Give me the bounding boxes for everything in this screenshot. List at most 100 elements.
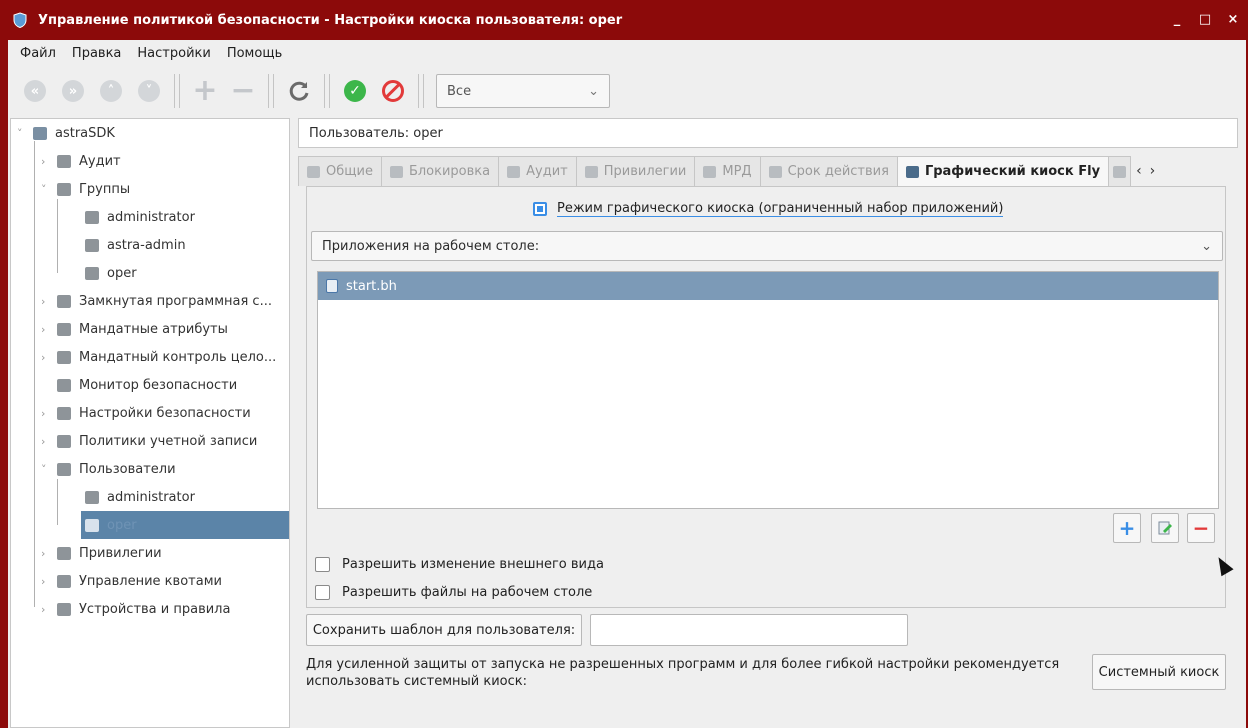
tree-item-quotas[interactable]: › Управление квотами (41, 567, 222, 595)
tree-root[interactable]: ˅ astraSDK (17, 119, 115, 147)
privileges-icon (57, 546, 71, 560)
tab-icon (1113, 165, 1127, 178)
tree-item-devices-rules[interactable]: › Устройства и правила (41, 595, 230, 623)
toolbar-separator (324, 74, 330, 108)
chevron-right-icon: › (41, 574, 46, 588)
kiosk-mode-checkbox[interactable]: Режим графического киоска (ограниченный … (533, 201, 1004, 217)
allow-appearance-checkbox[interactable]: Разрешить изменение внешнего вида (315, 557, 604, 572)
tab-scroll-right-icon[interactable]: › (1150, 163, 1156, 179)
nav-last-button[interactable]: » (60, 78, 86, 104)
nav-first-button[interactable]: « (22, 78, 48, 104)
allow-files-checkbox[interactable]: Разрешить файлы на рабочем столе (315, 585, 592, 600)
quota-icon (57, 574, 71, 588)
remove-button[interactable]: − (230, 73, 256, 108)
tab-scroll-left-icon[interactable]: ‹ (1136, 163, 1142, 179)
window-title: Управление политикой безопасности - Наст… (38, 12, 623, 28)
chevron-right-icon: › (41, 294, 46, 308)
add-button[interactable]: + (192, 76, 218, 106)
chevron-down-icon: ˅ (138, 80, 160, 102)
save-template-button[interactable]: Сохранить шаблон для пользователя: (306, 614, 582, 646)
attributes-icon (57, 322, 71, 336)
minimize-button[interactable]: _ (1170, 12, 1184, 27)
maximize-button[interactable]: □ (1198, 12, 1212, 27)
chevron-right-icon: › (41, 434, 46, 448)
chevron-right-icon: › (41, 546, 46, 560)
tree-line (34, 141, 35, 607)
integrity-shield-icon (57, 350, 71, 364)
menu-settings[interactable]: Настройки (137, 46, 210, 61)
apply-button[interactable]: ✓ (342, 78, 368, 104)
tree-item-security-settings[interactable]: › Настройки безопасности (41, 399, 251, 427)
tree-item-group-administrator[interactable]: administrator (85, 203, 195, 231)
toolbar: « » ˄ ˅ + − ✓ Все ⌄ (8, 66, 1246, 116)
filter-combobox[interactable]: Все ⌄ (436, 74, 610, 108)
chevron-right-icon: › (41, 322, 46, 336)
tab-lock[interactable]: Блокировка (380, 156, 500, 186)
cancel-icon (382, 80, 404, 102)
plus-icon: + (1118, 516, 1136, 540)
chevron-right-icon: › (41, 350, 46, 364)
double-left-icon: « (24, 80, 46, 102)
tree-item-mandatory-integrity[interactable]: › Мандатный контроль цело... (41, 343, 276, 371)
refresh-button[interactable] (286, 78, 312, 104)
user-icon (307, 165, 320, 178)
chevron-right-icon: › (41, 406, 46, 420)
nav-up-button[interactable]: ˄ (98, 78, 124, 104)
tree-item-audit[interactable]: › Аудит (41, 147, 121, 175)
tree-item-user-administrator[interactable]: administrator (85, 483, 195, 511)
tree-item-groups[interactable]: ˅ Группы (41, 175, 130, 203)
menu-file[interactable]: Файл (20, 46, 56, 61)
tab-audit[interactable]: Аудит (498, 156, 577, 186)
add-app-button[interactable]: + (1113, 513, 1141, 543)
nav-down-button[interactable]: ˅ (136, 78, 162, 104)
kiosk-icon (905, 165, 919, 178)
template-name-input[interactable] (590, 614, 908, 646)
tree-item-group-astra-admin[interactable]: astra-admin (85, 231, 186, 259)
window-frame-left (0, 40, 8, 728)
privileges-icon (584, 165, 598, 178)
tree-item-user-oper[interactable]: oper (85, 511, 137, 539)
tree-item-users[interactable]: ˅ Пользователи (41, 455, 176, 483)
title-bar: Управление политикой безопасности - Наст… (0, 0, 1248, 40)
checkbox-unchecked-icon (315, 585, 330, 600)
edit-icon (1158, 521, 1172, 535)
chevron-down-icon: ˅ (41, 462, 47, 476)
remove-app-button[interactable]: − (1187, 513, 1215, 543)
refresh-icon (289, 81, 309, 101)
file-icon (326, 279, 338, 293)
tree-item-account-policies[interactable]: › Политики учетной записи (41, 427, 257, 455)
tab-privileges[interactable]: Привилегии (575, 156, 696, 186)
system-kiosk-button[interactable]: Системный киоск (1092, 654, 1226, 690)
tab-general[interactable]: Общие (298, 156, 382, 186)
tree-item-group-oper[interactable]: oper (85, 259, 137, 287)
close-button[interactable]: × (1226, 12, 1240, 27)
user-icon (85, 490, 99, 504)
tab-validity[interactable]: Срок действия (759, 156, 898, 186)
double-right-icon: » (62, 80, 84, 102)
lock-icon (389, 165, 403, 178)
menu-edit[interactable]: Правка (72, 46, 121, 61)
list-item[interactable]: start.bh (318, 272, 1218, 300)
checkmark-icon: ✓ (344, 80, 366, 102)
app-shield-icon (12, 12, 28, 29)
tab-overflow[interactable] (1108, 156, 1132, 186)
tab-mrd[interactable]: МРД (694, 156, 761, 186)
toolbar-separator (418, 74, 424, 108)
apps-category-select[interactable]: Приложения на рабочем столе: ⌄ (311, 231, 1223, 261)
tree-item-security-monitor[interactable]: Монитор безопасности (57, 371, 237, 399)
tree-item-privileges[interactable]: › Привилегии (41, 539, 162, 567)
tab-fly-kiosk[interactable]: Графический киоск Fly (896, 156, 1110, 186)
cancel-button[interactable] (380, 78, 406, 104)
group-icon (85, 210, 99, 224)
edit-app-button[interactable] (1151, 513, 1179, 543)
menu-bar: Файл Правка Настройки Помощь (8, 40, 1246, 66)
checkbox-unchecked-icon (315, 557, 330, 572)
software-icon (57, 294, 71, 308)
tree-item-mandatory-attributes[interactable]: › Мандатные атрибуты (41, 315, 228, 343)
minus-icon: − (230, 73, 256, 108)
menu-help[interactable]: Помощь (227, 46, 282, 61)
group-icon (85, 238, 99, 252)
chevron-up-icon: ˄ (100, 80, 122, 102)
tree-item-closed-software[interactable]: › Замкнутая программная с... (41, 287, 272, 315)
user-label: Пользователь: oper (298, 118, 1238, 148)
